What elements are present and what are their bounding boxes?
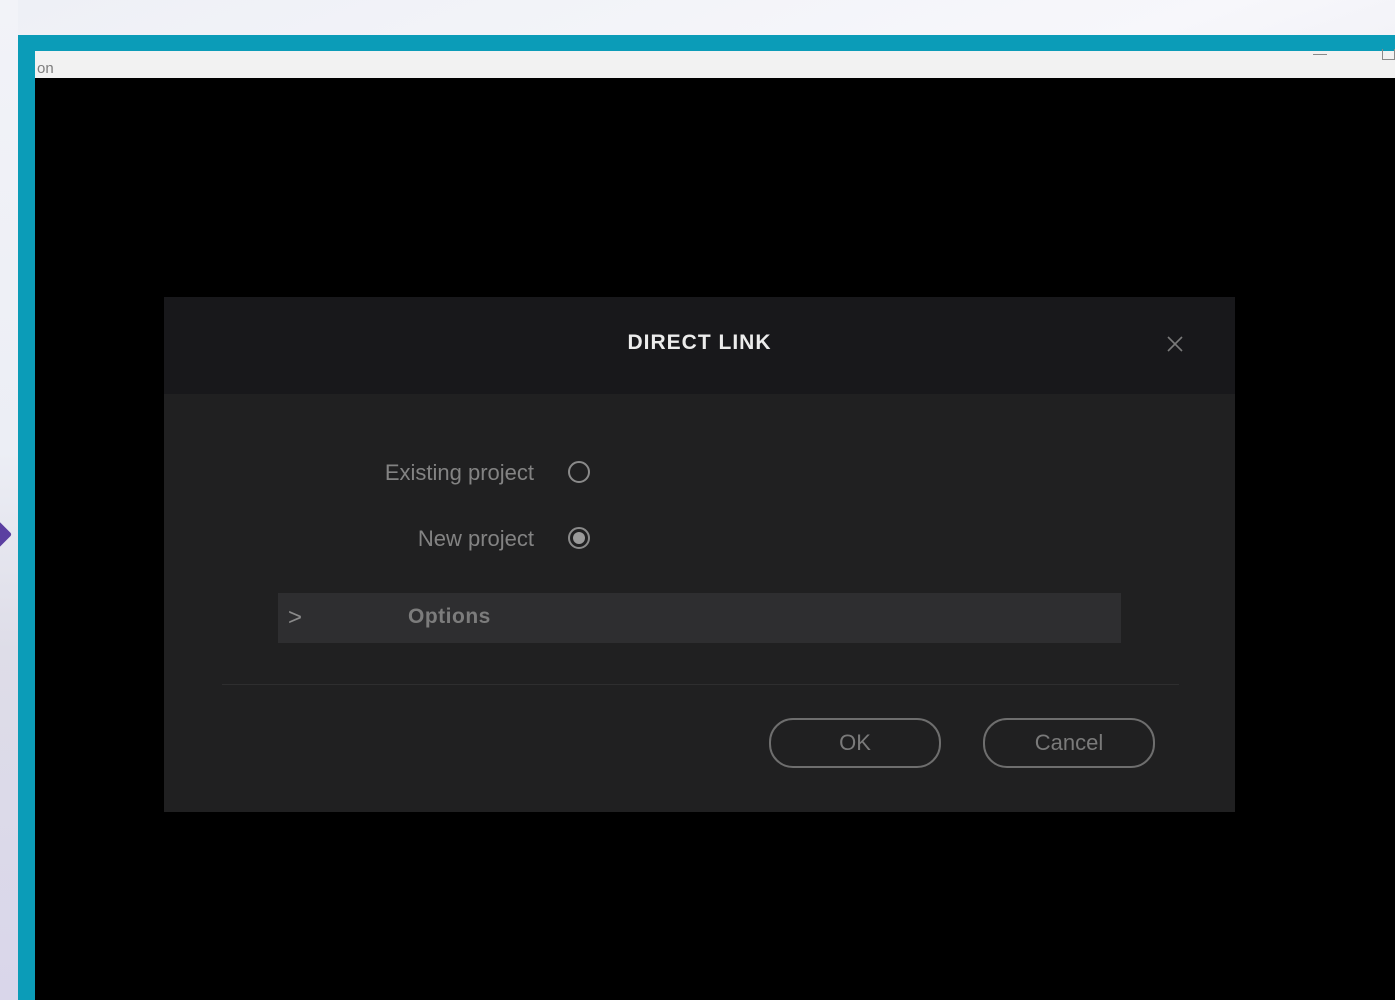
radio-row-existing-project[interactable]: Existing project xyxy=(164,458,764,488)
chevron-right-icon: > xyxy=(288,604,303,631)
dialog-title: DIRECT LINK xyxy=(627,331,772,354)
minimize-icon[interactable] xyxy=(1313,54,1327,55)
direct-link-dialog: DIRECT LINK Existing project New project… xyxy=(164,297,1235,812)
radio-row-new-project[interactable]: New project xyxy=(164,524,764,554)
close-icon[interactable] xyxy=(1165,334,1185,354)
options-expander[interactable]: > Options xyxy=(278,593,1121,643)
new-project-radio[interactable] xyxy=(568,527,590,549)
window-title-bar[interactable]: on xyxy=(35,49,1395,78)
ok-button[interactable]: OK xyxy=(769,718,941,768)
dialog-header: DIRECT LINK xyxy=(164,297,1235,394)
existing-project-radio[interactable] xyxy=(568,461,590,483)
dialog-divider xyxy=(222,684,1179,685)
maximize-icon[interactable] xyxy=(1382,49,1395,60)
options-label: Options xyxy=(408,605,491,628)
cancel-button[interactable]: Cancel xyxy=(983,718,1155,768)
new-project-label: New project xyxy=(417,526,534,551)
window-title: on xyxy=(37,60,54,77)
desktop-background xyxy=(0,0,18,1000)
existing-project-label: Existing project xyxy=(384,460,534,485)
